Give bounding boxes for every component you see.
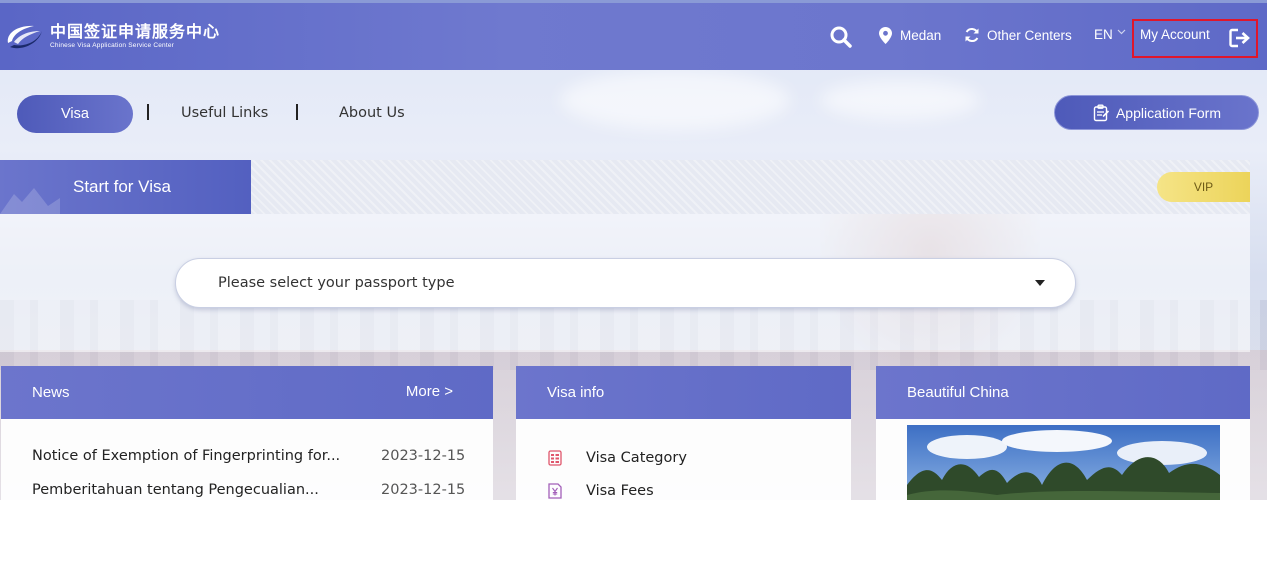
nav-useful-links[interactable]: Useful Links xyxy=(181,105,268,121)
logo-swoosh-icon xyxy=(4,21,44,51)
beautiful-china-header: Beautiful China xyxy=(876,366,1250,419)
news-header: News More > xyxy=(1,366,493,419)
location-selector[interactable]: Medan xyxy=(879,27,941,44)
landscape-photo[interactable] xyxy=(907,425,1220,500)
account-highlight-box xyxy=(1132,19,1258,58)
news-card: News More > Notice of Exemption of Finge… xyxy=(1,366,493,500)
news-title: News xyxy=(32,384,70,401)
other-centers-link[interactable]: Other Centers xyxy=(964,27,1072,43)
search-icon[interactable] xyxy=(830,26,852,48)
vip-button[interactable]: VIP xyxy=(1157,172,1250,202)
language-selector[interactable]: EN xyxy=(1094,27,1126,42)
location-label: Medan xyxy=(900,28,942,43)
refresh-icon xyxy=(965,27,979,43)
application-form-label: Application Form xyxy=(1115,104,1222,121)
nav-about-us[interactable]: About Us xyxy=(339,105,405,121)
logo-english-text: Chinese Visa Application Service Center xyxy=(50,41,175,49)
nav-visa-tab[interactable]: Visa xyxy=(17,95,133,133)
passport-type-select[interactable]: Please select your passport type xyxy=(175,258,1076,308)
news-item-date: 2023-12-15 xyxy=(381,482,466,498)
news-more-link[interactable]: More > xyxy=(406,383,453,400)
passport-type-placeholder: Please select your passport type xyxy=(218,275,455,291)
page-viewport: 中国签证申请服务中心 Chinese Visa Application Serv… xyxy=(0,0,1267,500)
news-item-title[interactable]: Notice of Exemption of Fingerprinting fo… xyxy=(32,448,340,464)
start-visa-label: Start for Visa xyxy=(73,177,171,196)
visa-info-title: Visa info xyxy=(547,384,605,401)
nav-separator xyxy=(147,104,149,120)
background-cloud xyxy=(820,80,980,120)
clipboard-form-icon xyxy=(1093,104,1110,121)
nav-separator xyxy=(296,104,298,120)
location-pin-icon xyxy=(879,27,892,44)
news-item-title[interactable]: Pemberitahuan tentang Pengecualian... xyxy=(32,482,319,498)
visa-fees-label: Visa Fees xyxy=(586,483,654,499)
start-visa-title: Start for Visa xyxy=(0,160,251,214)
application-form-button[interactable]: Application Form xyxy=(1054,95,1259,130)
logo-chinese-text: 中国签证申请服务中心 xyxy=(50,21,221,41)
category-list-icon xyxy=(548,450,562,466)
other-centers-label: Other Centers xyxy=(987,27,1072,43)
visa-info-card: Visa info Visa Category Visa Fees xyxy=(516,366,851,500)
language-label: EN xyxy=(1094,27,1113,42)
chevron-down-icon xyxy=(1117,29,1126,34)
visa-fees-link[interactable]: Visa Fees xyxy=(548,483,654,499)
background-cloud xyxy=(560,70,790,130)
news-item-date: 2023-12-15 xyxy=(381,448,466,464)
beautiful-china-card: Beautiful China xyxy=(876,366,1250,500)
visa-info-header: Visa info xyxy=(516,366,851,419)
caret-down-icon xyxy=(1035,280,1045,286)
site-logo[interactable]: 中国签证申请服务中心 Chinese Visa Application Serv… xyxy=(4,21,220,51)
visa-category-link[interactable]: Visa Category xyxy=(548,450,687,466)
fee-yen-icon xyxy=(548,483,562,499)
top-header: 中国签证申请服务中心 Chinese Visa Application Serv… xyxy=(0,0,1267,70)
beautiful-china-title: Beautiful China xyxy=(907,384,1009,401)
visa-category-label: Visa Category xyxy=(586,450,687,466)
mountain-decoration-icon xyxy=(0,188,60,214)
